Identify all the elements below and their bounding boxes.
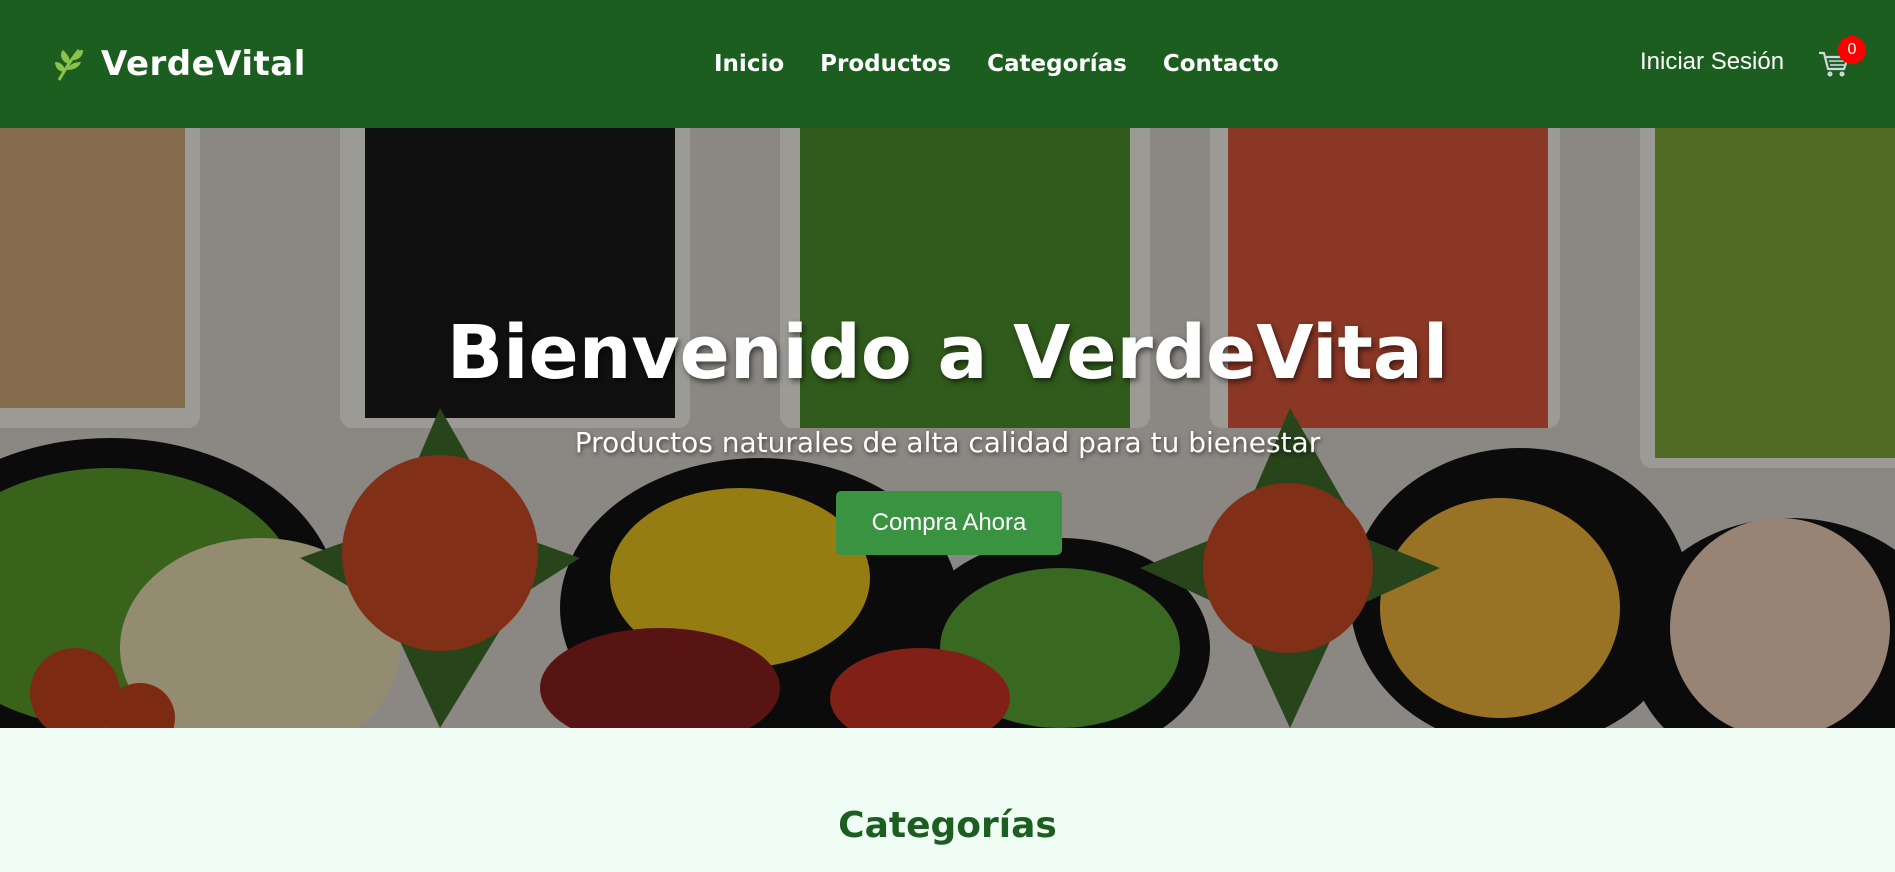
hero-title: Bienvenido a VerdeVital (446, 310, 1449, 396)
brand-logo[interactable]: VerdeVital (55, 38, 306, 90)
cart-count-badge: 0 (1838, 36, 1866, 64)
nav-productos[interactable]: Productos (820, 51, 951, 77)
main-nav: Inicio Productos Categorías Contacto (714, 0, 1279, 128)
hero-banner: Bienvenido a VerdeVital Productos natura… (0, 128, 1895, 728)
shop-now-button[interactable]: Compra Ahora (836, 491, 1062, 555)
brand-name: VerdeVital (101, 44, 306, 84)
top-navbar: VerdeVital Inicio Productos Categorías C… (0, 0, 1895, 128)
login-link[interactable]: Iniciar Sesión (1640, 48, 1784, 76)
nav-inicio[interactable]: Inicio (714, 51, 784, 77)
nav-contacto[interactable]: Contacto (1163, 51, 1279, 77)
hero-subtitle: Productos naturales de alta calidad para… (574, 426, 1321, 459)
leaf-icon (55, 49, 83, 81)
nav-categorias[interactable]: Categorías (987, 51, 1127, 77)
categories-heading: Categorías (838, 805, 1057, 846)
